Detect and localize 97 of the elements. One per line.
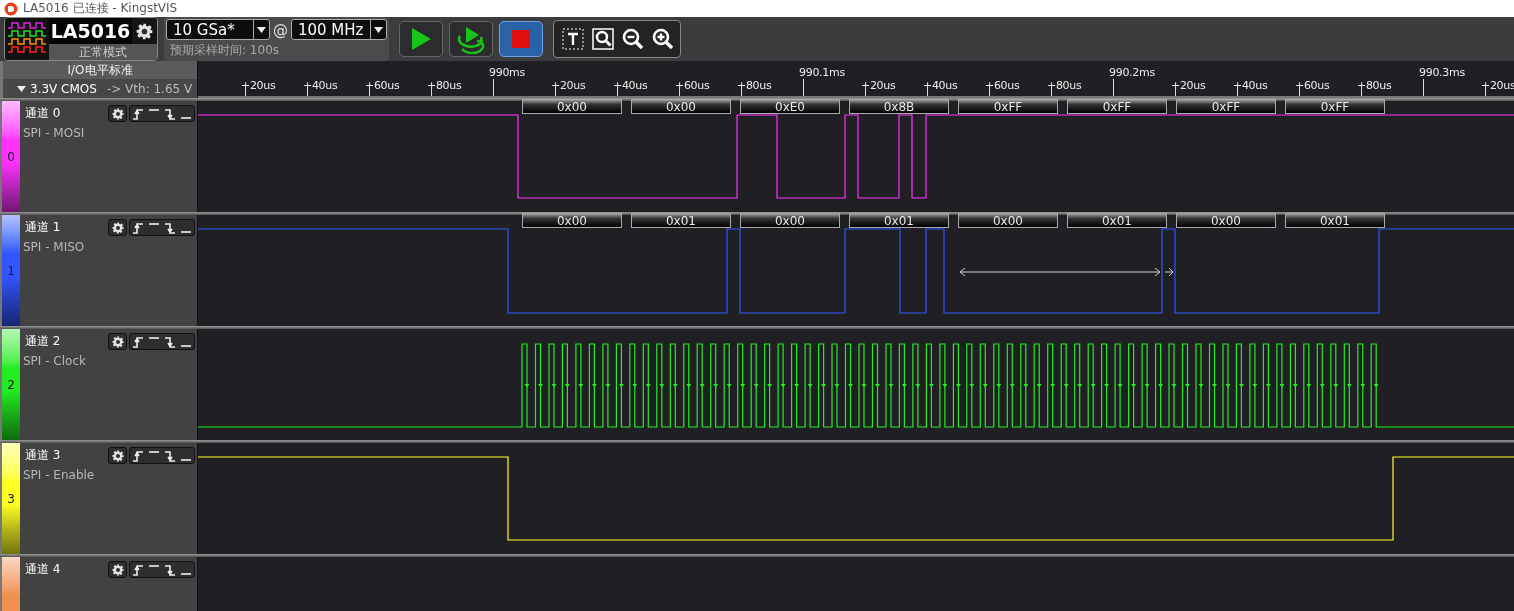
decoded-value: 0x01 [849, 213, 949, 228]
ruler-label: +20us [1481, 79, 1514, 92]
decoded-value: 0x00 [522, 213, 622, 228]
falling-edge-icon[interactable] [164, 335, 176, 348]
ruler-label: +40us [613, 79, 648, 92]
decoded-value: 0x01 [1067, 213, 1167, 228]
gear-icon [111, 107, 124, 120]
decoded-value: 0x00 [958, 213, 1058, 228]
zoom-in-button[interactable] [652, 28, 674, 50]
ruler-label: 990.2ms [1109, 66, 1155, 79]
stop-icon [512, 30, 530, 48]
falling-edge-icon[interactable] [164, 449, 176, 462]
io-standard-title: I/O电平标准 [3, 61, 197, 79]
channel-settings-button[interactable] [108, 219, 127, 236]
ruler-label: +20us [551, 79, 586, 92]
ruler-label: +40us [303, 79, 338, 92]
channel-settings-button[interactable] [108, 105, 127, 122]
ruler-label: +20us [1171, 79, 1206, 92]
ruler-label: +20us [241, 79, 276, 92]
rising-edge-icon[interactable] [132, 221, 144, 234]
ruler-label: 990.1ms [799, 66, 845, 79]
device-mode: 正常模式 [49, 44, 157, 60]
ruler-label: +80us [737, 79, 772, 92]
decoded-value: 0xFF [1285, 99, 1385, 114]
zoom-fit-icon [592, 28, 614, 50]
gear-icon [111, 335, 124, 348]
decoded-value: 0x00 [1176, 213, 1276, 228]
text-tool-icon [562, 28, 584, 50]
ruler-label: +20us [861, 79, 896, 92]
gear-icon [111, 563, 124, 576]
ruler-label: +40us [923, 79, 958, 92]
text-tool-button[interactable] [562, 28, 584, 50]
window-title: LA5016 已连接 - KingstVIS [23, 0, 178, 17]
zoom-fit-button[interactable] [592, 28, 614, 50]
zoom-in-icon [652, 28, 674, 50]
device-settings-button[interactable] [132, 18, 157, 44]
channel-number: 0 [7, 149, 15, 164]
rising-edge-icon[interactable] [132, 449, 144, 462]
protocol-label: SPI - MOSI [23, 126, 86, 140]
protocol-label: SPI - Clock [23, 354, 87, 368]
gear-icon [136, 22, 153, 40]
ruler-label: +80us [1047, 79, 1082, 92]
caret-icon [256, 26, 266, 33]
ruler-label: +60us [985, 79, 1020, 92]
falling-edge-icon[interactable] [164, 107, 176, 120]
channel-name: 通道 4 [24, 561, 62, 578]
play-icon [410, 27, 432, 51]
rising-edge-icon[interactable] [132, 563, 144, 576]
io-standard-select[interactable]: 3.3V CMOS -> Vth: 1.65 V [3, 79, 197, 98]
channel-settings-button[interactable] [108, 447, 127, 464]
ruler-label: +60us [675, 79, 710, 92]
ruler-label: +80us [427, 79, 462, 92]
ruler-label: +60us [1295, 79, 1330, 92]
channel-settings-button[interactable] [108, 333, 127, 350]
decoded-value: 0xFF [1067, 99, 1167, 114]
rising-edge-icon[interactable] [132, 335, 144, 348]
start-button[interactable] [399, 21, 443, 57]
channel-name: 通道 3 [24, 447, 62, 464]
channel-number: 3 [7, 491, 15, 506]
ruler-label: +80us [1357, 79, 1392, 92]
expected-time-label: 预期采样时间: 100s [169, 42, 280, 59]
channel-settings-button[interactable] [108, 561, 127, 578]
decoded-value: 0xFF [958, 99, 1058, 114]
decoded-value: 0x01 [1285, 213, 1385, 228]
protocol-label: SPI - Enable [23, 468, 96, 482]
gear-icon [111, 449, 124, 462]
decoded-value: 0x00 [522, 99, 622, 114]
decoded-value: 0xE0 [740, 99, 840, 114]
gear-icon [111, 221, 124, 234]
sample-rate-select[interactable]: 100 MHz [290, 19, 387, 40]
at-sign: @ [272, 20, 288, 39]
falling-edge-icon[interactable] [164, 563, 176, 576]
sample-depth-select[interactable]: 10 GSa* [166, 19, 270, 40]
device-name: LA5016 [49, 18, 132, 44]
channel-number: 1 [7, 263, 15, 278]
caret-icon [17, 85, 26, 92]
zoom-out-button[interactable] [622, 28, 644, 50]
ruler-label: 990ms [489, 66, 525, 79]
decoded-value: 0x8B [849, 99, 949, 114]
falling-edge-icon[interactable] [164, 221, 176, 234]
loop-button[interactable] [449, 21, 493, 57]
ruler-label: +60us [365, 79, 400, 92]
decoded-value: 0x01 [631, 213, 731, 228]
rising-edge-icon[interactable] [132, 107, 144, 120]
channel-name: 通道 0 [24, 105, 62, 122]
waveform-logo-icon [5, 18, 49, 60]
decoded-value: 0x00 [740, 213, 840, 228]
channel-name: 通道 1 [24, 219, 62, 236]
zoom-out-icon [622, 28, 644, 50]
ruler-label: 990.3ms [1419, 66, 1465, 79]
channel-name: 通道 2 [24, 333, 62, 350]
protocol-label: SPI - MISO [23, 240, 86, 254]
caret-icon [374, 26, 383, 33]
channel-number: 2 [7, 377, 15, 392]
decoded-value: 0x00 [631, 99, 731, 114]
ruler-label: +40us [1233, 79, 1268, 92]
decoded-value: 0xFF [1176, 99, 1276, 114]
